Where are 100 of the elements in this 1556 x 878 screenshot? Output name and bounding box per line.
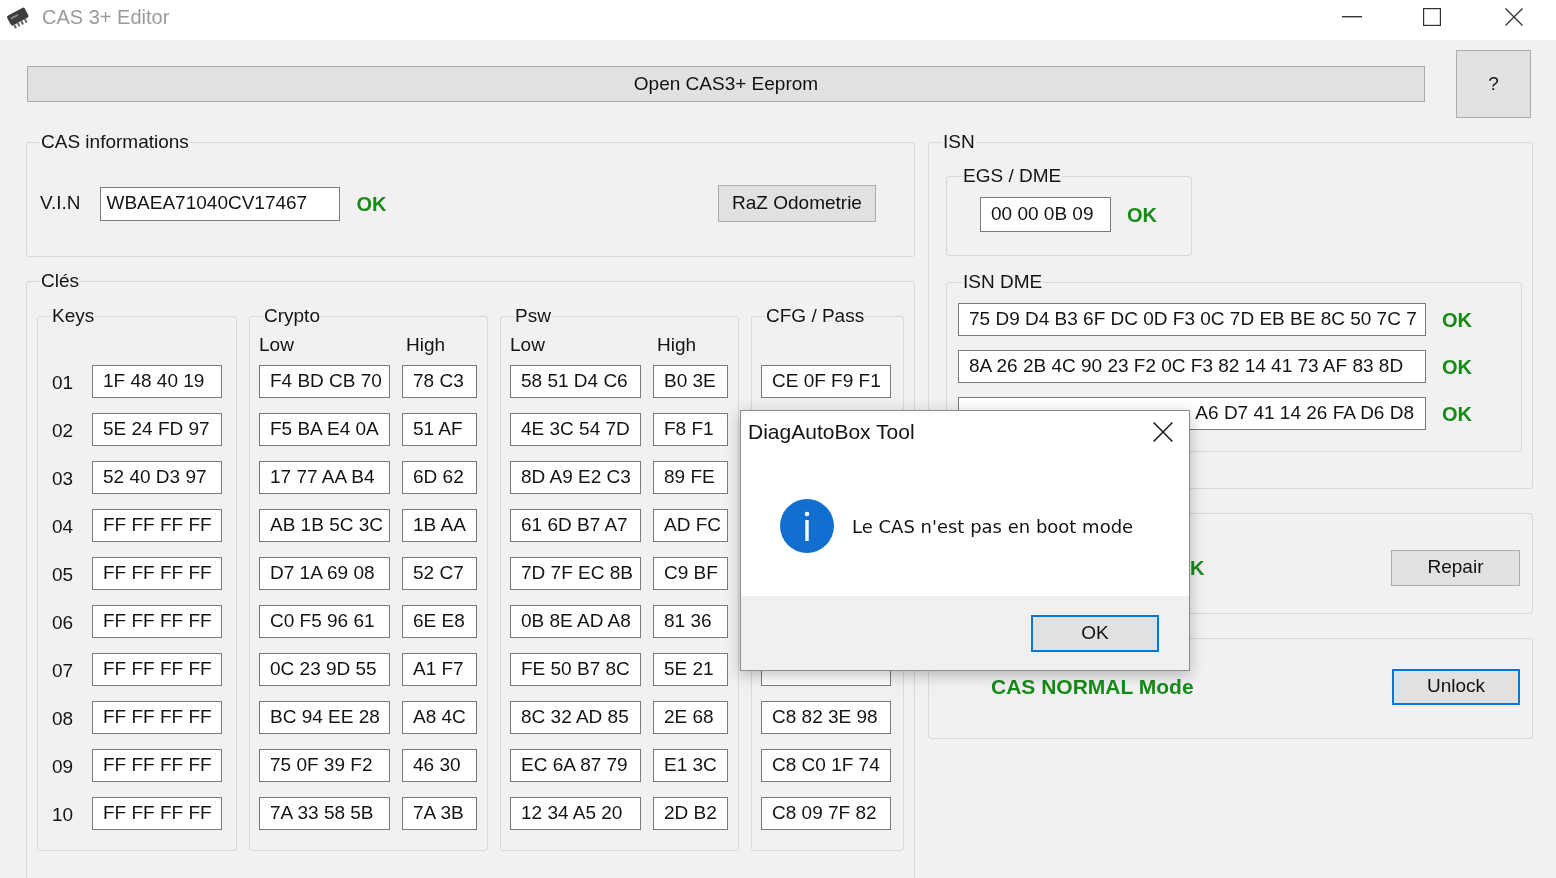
column-header: Low (259, 334, 294, 355)
cfg-field[interactable]: C8 C0 1F 74 (761, 749, 891, 782)
group-title: ISN DME (962, 271, 1044, 293)
key-field[interactable]: FF FF FF FF (92, 749, 222, 782)
group-title: Crypto (263, 305, 321, 327)
status-label: OK (1442, 401, 1472, 427)
status-label: OK (356, 191, 387, 217)
password-high-field[interactable]: AD FC (653, 509, 728, 542)
crypto-high-field[interactable]: 1B AA (402, 509, 477, 542)
password-high-field[interactable]: B0 3E (653, 365, 728, 398)
close-icon[interactable] (1153, 422, 1173, 442)
crypto-low-field[interactable]: 7A 33 58 5B (259, 797, 390, 830)
column-header: Low (510, 334, 545, 355)
password-high-field[interactable]: E1 3C (653, 749, 728, 782)
status-label: CAS NORMAL Mode (991, 673, 1194, 700)
ok-button[interactable]: OK (1031, 614, 1159, 652)
password-low-field[interactable]: 4E 3C 54 7D (510, 413, 641, 446)
password-low-field[interactable]: 8D A9 E2 C3 (510, 461, 641, 494)
crypto-high-field[interactable]: 51 AF (402, 413, 477, 446)
cfg-field[interactable]: CE 0F F9 F1 (761, 365, 891, 398)
key-field[interactable]: FF FF FF FF (92, 557, 222, 590)
password-high-field[interactable]: 89 FE (653, 461, 728, 494)
password-low-field[interactable]: EC 6A 87 79 (510, 749, 641, 782)
crypto-low-field[interactable]: 0C 23 9D 55 (259, 653, 390, 686)
key-field[interactable]: FF FF FF FF (92, 701, 222, 734)
crypto-low-field[interactable]: BC 94 EE 28 (259, 701, 390, 734)
column-header: High (657, 334, 697, 355)
reset-odometer-button[interactable]: RaZ Odometrie (718, 185, 876, 222)
password-high-field[interactable]: 2E 68 (653, 701, 728, 734)
row-number: 03 (52, 467, 74, 492)
key-field[interactable]: 52 40 D3 97 (92, 461, 222, 494)
key-field[interactable]: FF FF FF FF (92, 605, 222, 638)
repair-button[interactable]: Repair (1391, 549, 1520, 586)
password-low-field[interactable]: 61 6D B7 A7 (510, 509, 641, 542)
cfg-field[interactable]: C8 82 3E 98 (761, 701, 891, 734)
password-low-field[interactable]: 7D 7F EC 8B (510, 557, 641, 590)
window-title: CAS 3+ Editor (42, 5, 170, 30)
unlock-button[interactable]: Unlock (1392, 668, 1520, 705)
crypto-low-field[interactable]: F4 BD CB 70 (259, 365, 390, 398)
crypto-high-field[interactable]: 7A 3B (402, 797, 477, 830)
row-number: 07 (52, 659, 74, 684)
row-number: 10 (52, 803, 74, 828)
crypto-low-field[interactable]: 75 0F 39 F2 (259, 749, 390, 782)
crypto-low-field[interactable]: C0 F5 96 61 (259, 605, 390, 638)
key-field[interactable]: 5E 24 FD 97 (92, 413, 222, 446)
password-high-field[interactable]: F8 F1 (653, 413, 728, 446)
crypto-low-field[interactable]: D7 1A 69 08 (259, 557, 390, 590)
crypto-low-field[interactable]: 17 77 AA B4 (259, 461, 390, 494)
password-high-field[interactable]: C9 BF (653, 557, 728, 590)
group-title: CAS informations (40, 131, 190, 153)
crypto-low-field[interactable]: F5 BA E4 0A (259, 413, 390, 446)
row-number: 04 (52, 515, 74, 540)
group-title: ISN (942, 131, 976, 153)
key-field[interactable]: FF FF FF FF (92, 653, 222, 686)
password-high-field[interactable]: 5E 21 (653, 653, 728, 686)
key-field[interactable]: FF FF FF FF (92, 797, 222, 830)
isn-field[interactable]: 00 00 0B 09 (980, 197, 1111, 232)
row-number: 08 (52, 707, 74, 732)
open-eeprom-button[interactable]: Open CAS3+ Eeprom (27, 66, 1425, 102)
field-label: V.I.N (40, 191, 81, 216)
password-low-field[interactable]: 12 34 A5 20 (510, 797, 641, 830)
password-low-field[interactable]: 58 51 D4 C6 (510, 365, 641, 398)
group-title: CFG / Pass (765, 305, 866, 327)
crypto-high-field[interactable]: 78 C3 (402, 365, 477, 398)
status-label: OK (1127, 202, 1157, 228)
vin-field[interactable]: WBAEA71040CV17467 (99, 186, 340, 221)
isn-field[interactable]: A6 D7 41 14 26 FA D6 D8 (1190, 397, 1426, 430)
crypto-high-field[interactable]: 46 30 (402, 749, 477, 782)
help-button[interactable]: ? (1456, 50, 1531, 118)
status-label: OK (1442, 307, 1472, 333)
isn-field[interactable]: 8A 26 2B 4C 90 23 F2 0C F3 82 14 41 73 AF 83 8D (958, 350, 1426, 383)
maximize-icon[interactable] (1423, 8, 1441, 26)
password-high-field[interactable]: 2D B2 (653, 797, 728, 830)
password-high-field[interactable]: 81 36 (653, 605, 728, 638)
password-low-field[interactable]: 0B 8E AD A8 (510, 605, 641, 638)
crypto-high-field[interactable]: A8 4C (402, 701, 477, 734)
isn-field[interactable]: 75 D9 D4 B3 6F DC 0D F3 0C 7D EB BE 8C 50 7C 7 (958, 303, 1426, 336)
password-low-field[interactable]: 8C 32 AD 85 (510, 701, 641, 734)
minimize-icon[interactable] (1342, 16, 1362, 18)
row-number: 02 (52, 419, 74, 444)
row-number: 01 (52, 371, 74, 396)
row-number: 09 (52, 755, 74, 780)
close-icon[interactable] (1505, 8, 1523, 26)
cfg-field[interactable]: C8 09 7F 82 (761, 797, 891, 830)
crypto-high-field[interactable]: A1 F7 (402, 653, 477, 686)
crypto-low-field[interactable]: AB 1B 5C 3C (259, 509, 390, 542)
row-number: 05 (52, 563, 74, 588)
crypto-high-field[interactable]: 52 C7 (402, 557, 477, 590)
dialog-title: DiagAutoBox Tool (748, 419, 915, 446)
key-field[interactable]: 1F 48 40 19 (92, 365, 222, 398)
key-field[interactable]: FF FF FF FF (92, 509, 222, 542)
dialog-message: Le CAS n'est pas en boot mode (852, 514, 1134, 539)
status-label: OK (1442, 354, 1472, 380)
password-low-field[interactable]: FE 50 B7 8C (510, 653, 641, 686)
row-number: 06 (52, 611, 74, 636)
info-icon (780, 499, 834, 553)
column-header: High (406, 334, 446, 355)
crypto-high-field[interactable]: 6D 62 (402, 461, 477, 494)
crypto-high-field[interactable]: 6E E8 (402, 605, 477, 638)
group-title: EGS / DME (962, 165, 1063, 187)
